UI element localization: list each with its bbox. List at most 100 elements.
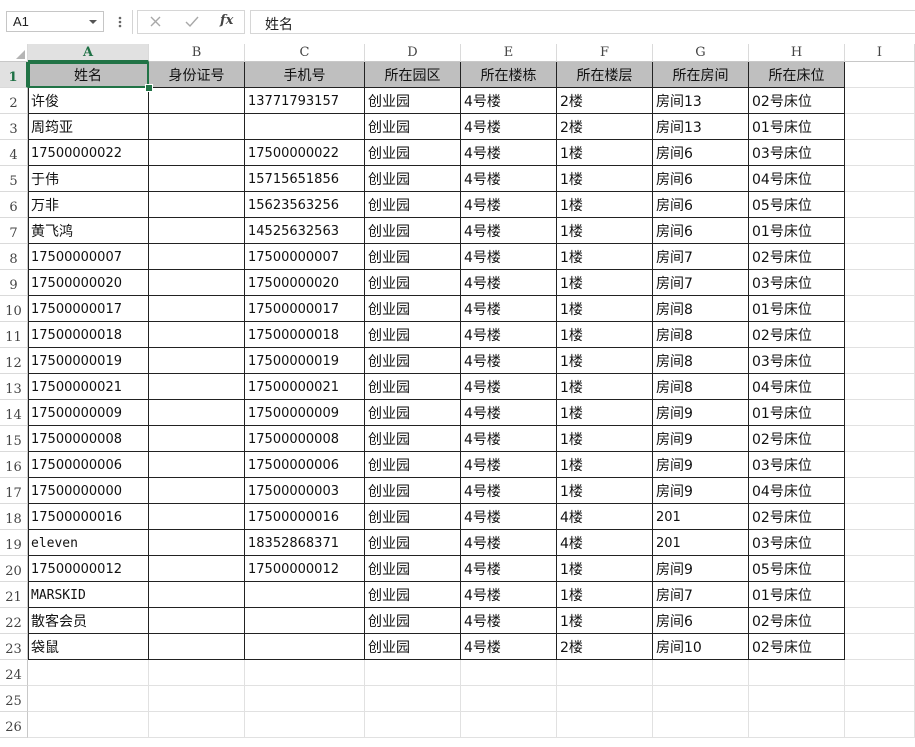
table-cell[interactable]: 房间6	[653, 218, 749, 244]
table-cell[interactable]: 05号床位	[749, 192, 845, 218]
table-cell[interactable]: 房间9	[653, 556, 749, 582]
table-cell[interactable]: 4号楼	[461, 166, 557, 192]
column-header-f[interactable]: F	[557, 44, 653, 62]
table-cell[interactable]: 袋鼠	[28, 634, 149, 660]
row-header-4[interactable]: 4	[0, 140, 28, 166]
table-cell[interactable]: 创业园	[365, 348, 461, 374]
table-cell[interactable]: 4号楼	[461, 374, 557, 400]
table-cell[interactable]: 17500000019	[245, 348, 365, 374]
table-cell[interactable]: 201	[653, 530, 749, 556]
row-header-16[interactable]: 16	[0, 452, 28, 478]
empty-cell[interactable]	[365, 712, 461, 738]
table-cell[interactable]: 03号床位	[749, 140, 845, 166]
table-cell[interactable]	[149, 270, 245, 296]
table-cell[interactable]	[149, 88, 245, 114]
table-header-cell[interactable]: 所在园区	[365, 62, 461, 88]
table-cell[interactable]: eleven	[28, 530, 149, 556]
table-cell[interactable]: 创业园	[365, 322, 461, 348]
table-cell[interactable]: 房间6	[653, 608, 749, 634]
table-cell[interactable]: 4号楼	[461, 114, 557, 140]
table-cell[interactable]: 房间8	[653, 296, 749, 322]
table-cell[interactable]	[149, 400, 245, 426]
table-cell[interactable]: 1楼	[557, 166, 653, 192]
table-cell[interactable]: 房间9	[653, 400, 749, 426]
table-cell[interactable]	[149, 322, 245, 348]
row-header-2[interactable]: 2	[0, 88, 28, 114]
empty-cell[interactable]	[28, 712, 149, 738]
table-header-cell[interactable]: 身份证号	[149, 62, 245, 88]
row-header-7[interactable]: 7	[0, 218, 28, 244]
select-all-button[interactable]	[0, 44, 28, 62]
table-cell[interactable]: 创业园	[365, 140, 461, 166]
table-cell[interactable]: 创业园	[365, 426, 461, 452]
table-cell[interactable]: 17500000020	[245, 270, 365, 296]
table-cell[interactable]: 04号床位	[749, 166, 845, 192]
table-cell[interactable]: 05号床位	[749, 556, 845, 582]
table-cell[interactable]: 02号床位	[749, 504, 845, 530]
table-cell[interactable]: 4号楼	[461, 582, 557, 608]
row-header-18[interactable]: 18	[0, 504, 28, 530]
table-cell[interactable]: 02号床位	[749, 88, 845, 114]
table-cell[interactable]	[149, 140, 245, 166]
empty-cell[interactable]	[845, 504, 915, 530]
empty-cell[interactable]	[365, 660, 461, 686]
empty-cell[interactable]	[845, 218, 915, 244]
table-cell[interactable]: 创业园	[365, 374, 461, 400]
table-cell[interactable]: 17500000017	[245, 296, 365, 322]
table-cell[interactable]: 房间10	[653, 634, 749, 660]
table-cell[interactable]: 1楼	[557, 478, 653, 504]
empty-cell[interactable]	[845, 322, 915, 348]
table-cell[interactable]: 01号床位	[749, 400, 845, 426]
table-cell[interactable]: 2楼	[557, 88, 653, 114]
table-header-cell[interactable]: 所在楼层	[557, 62, 653, 88]
table-cell[interactable]: 4号楼	[461, 192, 557, 218]
row-header-5[interactable]: 5	[0, 166, 28, 192]
table-cell[interactable]: 201	[653, 504, 749, 530]
empty-cell[interactable]	[653, 712, 749, 738]
table-cell[interactable]: 创业园	[365, 478, 461, 504]
row-header-14[interactable]: 14	[0, 400, 28, 426]
table-cell[interactable]: 03号床位	[749, 530, 845, 556]
column-header-a[interactable]: A	[28, 44, 149, 62]
empty-cell[interactable]	[845, 270, 915, 296]
table-cell[interactable]: 17500000020	[28, 270, 149, 296]
table-header-cell[interactable]: 所在楼栋	[461, 62, 557, 88]
table-cell[interactable]: 14525632563	[245, 218, 365, 244]
function-icon[interactable]: fx	[220, 13, 242, 31]
table-cell[interactable]: 17500000018	[28, 322, 149, 348]
column-header-e[interactable]: E	[461, 44, 557, 62]
table-cell[interactable]: 4号楼	[461, 608, 557, 634]
table-cell[interactable]: 02号床位	[749, 608, 845, 634]
empty-cell[interactable]	[749, 660, 845, 686]
table-cell[interactable]	[149, 114, 245, 140]
table-cell[interactable]: 17500000019	[28, 348, 149, 374]
table-cell[interactable]: 1楼	[557, 348, 653, 374]
table-header-cell[interactable]: 手机号	[245, 62, 365, 88]
table-cell[interactable]: 1楼	[557, 218, 653, 244]
table-cell[interactable]: 创业园	[365, 530, 461, 556]
table-cell[interactable]	[245, 114, 365, 140]
table-cell[interactable]: 17500000022	[28, 140, 149, 166]
empty-cell[interactable]	[845, 192, 915, 218]
table-cell[interactable]: 创业园	[365, 296, 461, 322]
table-cell[interactable]	[149, 192, 245, 218]
table-cell[interactable]: 4号楼	[461, 634, 557, 660]
table-cell[interactable]: 1楼	[557, 322, 653, 348]
empty-cell[interactable]	[28, 660, 149, 686]
empty-cell[interactable]	[845, 478, 915, 504]
table-cell[interactable]	[149, 374, 245, 400]
table-cell[interactable]: 04号床位	[749, 478, 845, 504]
table-cell[interactable]: 2楼	[557, 114, 653, 140]
cancel-icon[interactable]	[145, 13, 167, 31]
table-cell[interactable]: 02号床位	[749, 322, 845, 348]
table-cell[interactable]: 17500000006	[245, 452, 365, 478]
table-cell[interactable]: 1楼	[557, 374, 653, 400]
table-cell[interactable]: 1楼	[557, 556, 653, 582]
column-header-g[interactable]: G	[653, 44, 749, 62]
table-cell[interactable]: 4号楼	[461, 140, 557, 166]
table-cell[interactable]: 房间6	[653, 140, 749, 166]
empty-cell[interactable]	[557, 660, 653, 686]
table-cell[interactable]: 创业园	[365, 114, 461, 140]
chevron-down-icon[interactable]	[85, 13, 101, 30]
empty-cell[interactable]	[149, 686, 245, 712]
